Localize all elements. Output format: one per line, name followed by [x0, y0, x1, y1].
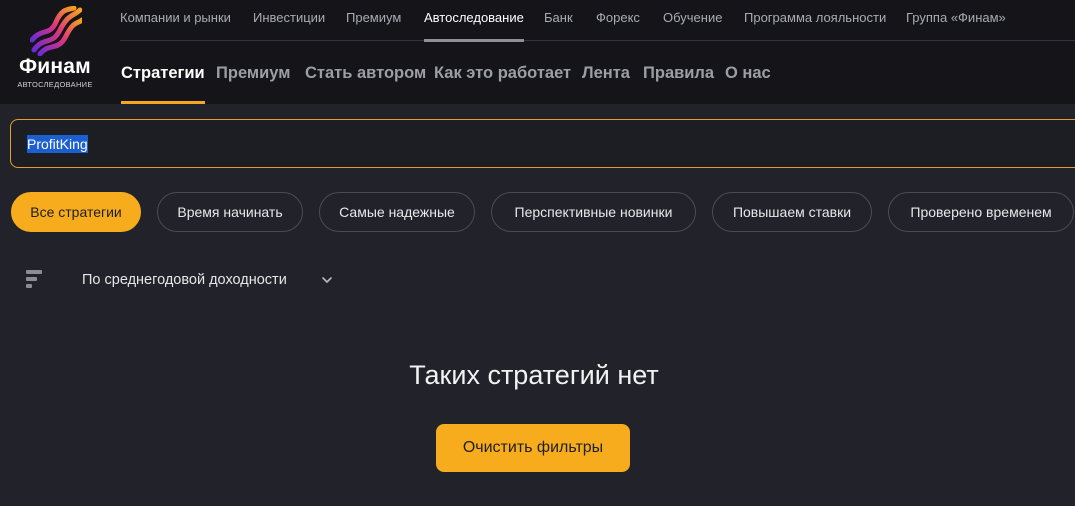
clear-filters-button[interactable]: Очистить фильтры	[436, 424, 630, 472]
top-nav-bank[interactable]: Банк	[544, 10, 573, 41]
top-nav-premium[interactable]: Премиум	[346, 10, 401, 41]
top-nav-education[interactable]: Обучение	[663, 10, 722, 41]
tab-become-author[interactable]: Стать автором	[305, 64, 426, 104]
chip-most-reliable[interactable]: Самые надежные	[319, 192, 475, 232]
tab-premium[interactable]: Премиум	[216, 64, 290, 104]
search-input[interactable]: ProfitKing	[10, 119, 1075, 168]
top-nav-autofollow[interactable]: Автоследование	[424, 10, 524, 42]
tab-about[interactable]: О нас	[725, 64, 771, 104]
top-nav: Компании и рынки Инвестиции Премиум Авто…	[120, 0, 1075, 42]
finam-logo-icon	[30, 6, 82, 56]
top-nav-loyalty[interactable]: Программа лояльности	[744, 10, 886, 41]
sort-select[interactable]: По среднегодовой доходности	[82, 272, 287, 288]
top-nav-investments[interactable]: Инвестиции	[253, 10, 325, 41]
top-nav-companies[interactable]: Компании и рынки	[120, 10, 231, 41]
logo-subtitle: АВТОСЛЕДОВАНИЕ	[17, 80, 93, 89]
chip-all-strategies[interactable]: Все стратегии	[11, 192, 141, 232]
chevron-down-icon[interactable]	[320, 274, 334, 286]
finam-logo[interactable]: Финам АВТОСЛЕДОВАНИЕ	[10, 6, 102, 92]
logo-name: Финам	[19, 55, 91, 78]
tab-feed[interactable]: Лента	[582, 64, 630, 104]
chip-raising-stakes[interactable]: Повышаем ставки	[712, 192, 872, 232]
chip-time-to-start[interactable]: Время начинать	[157, 192, 303, 232]
chip-time-tested[interactable]: Проверено временем	[888, 192, 1074, 232]
empty-state-title: Таких стратегий нет	[409, 360, 659, 390]
tab-strategies[interactable]: Стратегии	[121, 64, 205, 104]
chip-promising-new[interactable]: Перспективные новинки	[491, 192, 696, 232]
top-nav-finam-group[interactable]: Группа «Финам»	[906, 10, 1006, 41]
search-input-value: ProfitKing	[27, 135, 88, 153]
top-nav-forex[interactable]: Форекс	[596, 10, 640, 41]
tab-how-it-works[interactable]: Как это работает	[434, 64, 571, 104]
sort-icon[interactable]	[26, 268, 44, 290]
tab-rules[interactable]: Правила	[643, 64, 714, 104]
site-header: Финам АВТОСЛЕДОВАНИЕ Компании и рынки Ин…	[0, 0, 1075, 104]
